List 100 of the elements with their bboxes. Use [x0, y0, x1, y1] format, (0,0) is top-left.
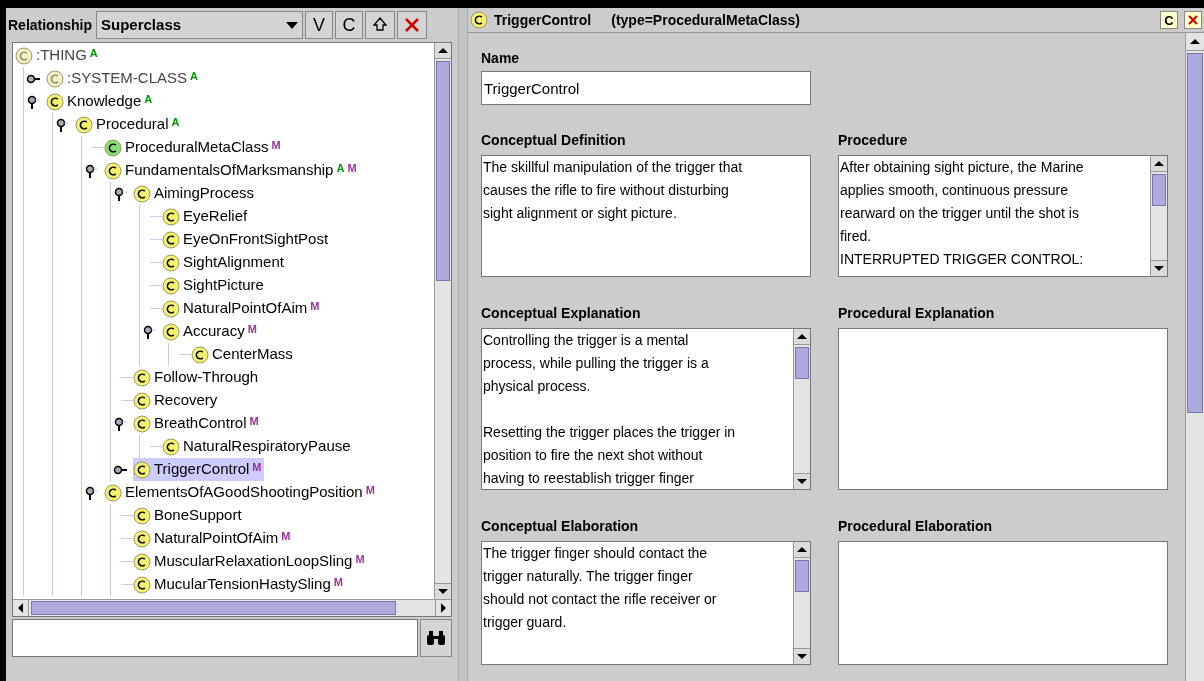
text-area[interactable]: Controlling the trigger is a mental process, while pulling the trigger is a physical process. Resetting the trigger places the trigger in position to fire the next shot without having to reestablish trigger finger: [481, 328, 811, 490]
class-icon: [191, 345, 209, 364]
tree-item[interactable]: EyeOnFrontSightPost: [162, 228, 332, 251]
field-label: Conceptual Definition: [481, 131, 627, 150]
expanded-handle-icon[interactable]: [142, 324, 158, 339]
scrollbar[interactable]: [434, 43, 451, 599]
expanded-handle-icon[interactable]: [84, 163, 100, 178]
class-icon: [46, 92, 64, 111]
badge-letter: M: [252, 460, 262, 476]
scrollbar[interactable]: [793, 542, 810, 664]
delete-button[interactable]: [397, 11, 427, 39]
class-icon: [133, 184, 151, 203]
badge-letter: M: [347, 161, 357, 177]
tree-item-label: NaturalRespiratoryPause: [183, 436, 351, 457]
search-field[interactable]: [12, 619, 418, 657]
badge-letter: A: [336, 161, 345, 177]
expanded-handle-icon[interactable]: [84, 485, 100, 500]
toolbar-button[interactable]: V: [305, 11, 333, 39]
name-field[interactable]: TriggerControl: [481, 71, 811, 105]
relationship-label: Relationship: [8, 15, 92, 35]
field-label: Conceptual Explanation: [481, 304, 642, 323]
class-icon: [133, 529, 151, 548]
class-icon: [162, 299, 180, 318]
tree-item[interactable]: SightAlignment: [162, 251, 287, 274]
expanded-handle-icon[interactable]: [55, 117, 71, 132]
class-icon: [75, 115, 93, 134]
tree-item-label: ElementsOfAGoodShootingPosition: [125, 482, 363, 503]
text-area[interactable]: The trigger finger should contact the trigger naturally. The trigger finger should not contact the rifle receiver or trigger guard.: [481, 541, 811, 665]
class-icon: [15, 46, 33, 65]
tree-item[interactable]: Recovery: [133, 389, 221, 412]
close-icon: [1188, 15, 1198, 25]
scrollbar[interactable]: [793, 329, 810, 489]
tree-item[interactable]: CenterMass: [191, 343, 296, 366]
tree-item[interactable]: SightPicture: [162, 274, 267, 297]
tree-item-label: :SYSTEM-CLASS: [67, 68, 188, 89]
badge-letter: M: [333, 575, 343, 591]
frame-title: TriggerControl: [494, 10, 592, 30]
class-icon: [104, 161, 122, 180]
binoculars-icon: [426, 630, 446, 646]
up-arrow-button[interactable]: [365, 11, 395, 39]
scrollbar[interactable]: [1185, 33, 1204, 681]
badge-letter: A: [89, 46, 98, 62]
tree-item[interactable]: BoneSupport: [133, 504, 245, 527]
scrollbar[interactable]: [1150, 156, 1167, 276]
expanded-handle-icon[interactable]: [26, 94, 42, 109]
tree-item-label: Recovery: [154, 390, 218, 411]
badge-letter: M: [310, 299, 320, 315]
class-icon: [46, 69, 64, 88]
close-button[interactable]: [1184, 11, 1202, 29]
class-icon: [133, 460, 151, 479]
caret-icon: [286, 21, 298, 29]
badge-letter: A: [171, 115, 180, 131]
close-icon: [404, 17, 420, 33]
class-icon: [133, 552, 151, 571]
scrollbar[interactable]: [13, 599, 451, 616]
class-icon: [470, 11, 488, 29]
field-label: Conceptual Elaboration: [481, 517, 640, 536]
expanded-handle-icon[interactable]: [113, 186, 129, 201]
tree-item-label: ProceduralMetaClass: [125, 137, 269, 158]
tree-item-label: MucularTensionHastySling: [154, 574, 331, 595]
badge-letter: M: [281, 529, 291, 545]
class-icon: [162, 276, 180, 295]
tree-item-label: TriggerControl: [154, 459, 250, 480]
badge-letter: M: [249, 414, 259, 430]
tree-item-label: :THING: [36, 45, 87, 66]
badge-letter: M: [365, 483, 375, 499]
tree-item-label: EyeOnFrontSightPost: [183, 229, 329, 250]
tree-item-label: BreathControl: [154, 413, 247, 434]
tree-item[interactable]: Follow-Through: [133, 366, 262, 389]
tree-item-label: EyeRelief: [183, 206, 248, 227]
field-label: Procedural Explanation: [838, 304, 996, 323]
tree-item-label: Knowledge: [67, 91, 142, 112]
text-area[interactable]: [838, 541, 1168, 665]
tree-item-label: AimingProcess: [154, 183, 255, 204]
class-icon: [133, 414, 151, 433]
tree-item-label: FundamentalsOfMarksmanship: [125, 160, 334, 181]
class-icon: [133, 391, 151, 410]
tree-item[interactable]: EyeRelief: [162, 205, 251, 228]
field-label: Procedure: [838, 131, 909, 150]
relationship-dropdown[interactable]: Superclass: [96, 11, 303, 39]
expanded-handle-icon[interactable]: [113, 416, 129, 431]
search-button[interactable]: [420, 619, 452, 657]
frame-type: (type=ProceduralMetaClass): [611, 10, 800, 30]
text-area[interactable]: After obtaining sight picture, the Marine applies smooth, continuous pressure rearward on the trigger until the shot is fired. INTERRUPTED TRIGGER CONTROL:: [838, 155, 1168, 277]
tree-item-label: SightAlignment: [183, 252, 284, 273]
class-icon: [133, 368, 151, 387]
tree-item-label: Accuracy: [183, 321, 245, 342]
tree-item[interactable]: NaturalRespiratoryPause: [162, 435, 354, 458]
class-icon: [162, 253, 180, 272]
toolbar-button[interactable]: C: [335, 11, 363, 39]
tree-item[interactable]: AimingProcess: [133, 182, 258, 205]
class-icon: [162, 322, 180, 341]
field-label: Name: [481, 49, 521, 68]
tree-item-label: BoneSupport: [154, 505, 242, 526]
class-icon: [162, 207, 180, 226]
class-icon: [133, 506, 151, 525]
text-area[interactable]: The skillful manipulation of the trigger that causes the rifle to fire without disturbing sight alignment or sight picture.: [481, 155, 811, 277]
class-icon: [162, 230, 180, 249]
tree-item-label: NaturalPointOfAim: [154, 528, 279, 549]
header-button[interactable]: C: [1160, 11, 1178, 29]
